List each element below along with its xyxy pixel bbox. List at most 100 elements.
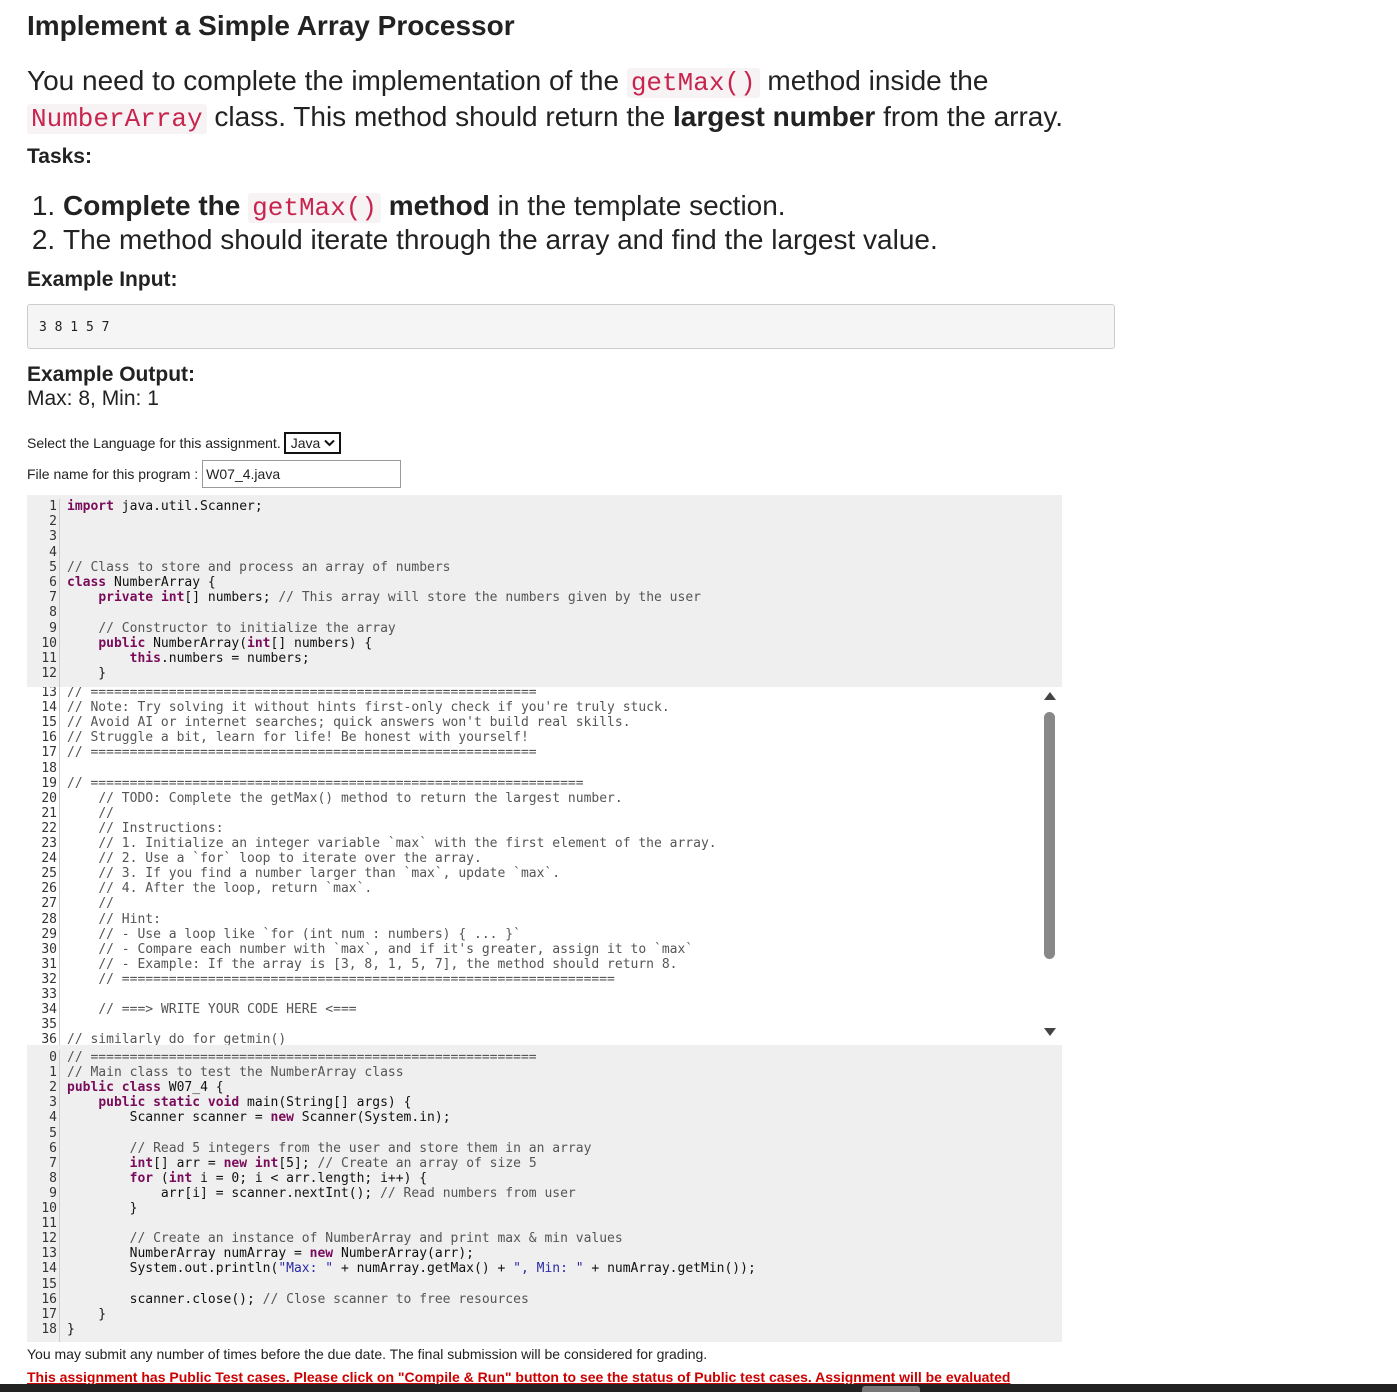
code-text[interactable]: // Avoid AI or internet searches; quick …: [67, 715, 631, 730]
code-line[interactable]: 11: [27, 1216, 1062, 1231]
code-line[interactable]: 15: [27, 1277, 1062, 1292]
code-text[interactable]: arr[i] = scanner.nextInt(); // Read numb…: [67, 1186, 576, 1201]
code-text[interactable]: // Read 5 integers from the user and sto…: [67, 1141, 592, 1156]
code-text[interactable]: // - Compare each number with `max`, and…: [67, 942, 693, 957]
code-text[interactable]: this.numbers = numbers;: [67, 651, 310, 666]
code-text[interactable]: public NumberArray(int[] numbers) {: [67, 636, 372, 651]
code-line[interactable]: 8: [27, 605, 1062, 620]
code-line[interactable]: 18: [27, 761, 1062, 776]
code-text[interactable]: public class W07_4 {: [67, 1080, 224, 1095]
code-line[interactable]: 24 // 2. Use a `for` loop to iterate ove…: [27, 851, 1062, 866]
code-text[interactable]: NumberArray numArray = new NumberArray(a…: [67, 1246, 474, 1261]
code-line[interactable]: 28 // Hint:: [27, 912, 1062, 927]
code-text[interactable]: }: [67, 666, 106, 681]
file-name-field[interactable]: W07_4.java: [202, 460, 402, 488]
code-line[interactable]: 14 // Note: Try solving it without hints …: [27, 700, 1062, 715]
code-text[interactable]: // Main class to test the NumberArray cl…: [67, 1065, 404, 1080]
code-line[interactable]: 10 public NumberArray(int[] numbers) {: [27, 636, 1062, 651]
code-text[interactable]: private int[] numbers; // This array wil…: [67, 590, 701, 605]
code-text[interactable]: scanner.close(); // Close scanner to fre…: [67, 1292, 529, 1307]
code-line[interactable]: 19 // ===================================…: [27, 776, 1062, 791]
code-line[interactable]: 4 Scanner scanner = new Scanner(System.i…: [27, 1110, 1062, 1125]
code-text[interactable]: // Struggle a bit, learn for life! Be ho…: [67, 730, 529, 745]
code-text[interactable]: // Hint:: [67, 912, 161, 927]
code-line[interactable]: 27 //: [27, 896, 1062, 911]
code-text[interactable]: public static void main(String[] args) {: [67, 1095, 411, 1110]
editor-scrollbar[interactable]: [1041, 692, 1059, 1040]
code-text[interactable]: }: [67, 1307, 106, 1322]
code-text[interactable]: // =====================================…: [67, 1050, 537, 1065]
code-line[interactable]: 3: [27, 529, 1062, 544]
code-line[interactable]: 17 }: [27, 1307, 1062, 1322]
code-line[interactable]: 7 private int[] numbers; // This array w…: [27, 590, 1062, 605]
code-segment-bottom[interactable]: 0 // ====================================…: [27, 1050, 1062, 1342]
code-line[interactable]: 17 // ===================================…: [27, 745, 1062, 760]
code-line[interactable]: 22 // Instructions:: [27, 821, 1062, 836]
code-line[interactable]: 14 System.out.println("Max: " + numArray…: [27, 1261, 1062, 1276]
code-line[interactable]: 36 // similarly do for getmin(): [27, 1032, 1062, 1045]
code-line[interactable]: 5: [27, 1126, 1062, 1141]
code-line[interactable]: 16 scanner.close(); // Close scanner to …: [27, 1292, 1062, 1307]
code-line[interactable]: 7 int[] arr = new int[5]; // Create an a…: [27, 1156, 1062, 1171]
code-text[interactable]: // 1. Initialize an integer variable `ma…: [67, 836, 716, 851]
code-line[interactable]: 30 // - Compare each number with `max`, …: [27, 942, 1062, 957]
code-editor[interactable]: 1 import java.util.Scanner; 2 3 4 5// Class t…: [27, 495, 1062, 1342]
code-line[interactable]: 11 this.numbers = numbers;: [27, 651, 1062, 666]
code-line[interactable]: 1 import java.util.Scanner;: [27, 499, 1062, 514]
code-line[interactable]: 6 // Read 5 integers from the user and s…: [27, 1141, 1062, 1156]
code-text[interactable]: }: [67, 1201, 138, 1216]
code-line[interactable]: 31 // - Example: If the array is [3, 8, …: [27, 957, 1062, 972]
code-line[interactable]: 10 }: [27, 1201, 1062, 1216]
code-text[interactable]: import java.util.Scanner;: [67, 499, 263, 514]
code-text[interactable]: // - Example: If the array is [3, 8, 1, …: [67, 957, 677, 972]
code-text[interactable]: // - Use a loop like `for (int num : num…: [67, 927, 521, 942]
code-text[interactable]: // ===> WRITE YOUR CODE HERE <===: [67, 1002, 356, 1017]
code-line[interactable]: 4: [27, 545, 1062, 560]
code-line[interactable]: 18}: [27, 1322, 1062, 1337]
code-line[interactable]: 34 // ===> WRITE YOUR CODE HERE <===: [27, 1002, 1062, 1017]
code-text[interactable]: // similarly do for getmin(): [67, 1032, 286, 1045]
code-line[interactable]: 33: [27, 987, 1062, 1002]
scroll-down-icon[interactable]: [1044, 1028, 1056, 1036]
code-text[interactable]: // 4. After the loop, return `max`.: [67, 881, 372, 896]
code-text[interactable]: // Constructor to initialize the array: [67, 621, 395, 636]
code-line[interactable]: 12 // Create an instance of NumberArray …: [27, 1231, 1062, 1246]
code-line[interactable]: 2: [27, 514, 1062, 529]
code-line[interactable]: 15 // Avoid AI or internet searches; quic…: [27, 715, 1062, 730]
code-line[interactable]: 35: [27, 1017, 1062, 1032]
code-text[interactable]: System.out.println("Max: " + numArray.ge…: [67, 1261, 756, 1276]
code-line[interactable]: 13 NumberArray numArray = new NumberArra…: [27, 1246, 1062, 1261]
code-line[interactable]: 2 public class W07_4 {: [27, 1080, 1062, 1095]
code-line[interactable]: 3 public static void main(String[] args)…: [27, 1095, 1062, 1110]
code-text[interactable]: // Instructions:: [67, 821, 223, 836]
code-line[interactable]: 0 // ====================================…: [27, 1050, 1062, 1065]
code-text[interactable]: // TODO: Complete the getMax() method to…: [67, 791, 622, 806]
code-line[interactable]: 8 for (int i = 0; i < arr.length; i++) {: [27, 1171, 1062, 1186]
code-line[interactable]: 5 // Class to store and process an array …: [27, 560, 1062, 575]
code-text[interactable]: // =====================================…: [67, 972, 615, 987]
code-line[interactable]: 6 class NumberArray {: [27, 575, 1062, 590]
code-text[interactable]: // 2. Use a `for` loop to iterate over t…: [67, 851, 482, 866]
code-line[interactable]: 9 // Constructor to initialize the array: [27, 621, 1062, 636]
code-segment-editable[interactable]: 13 // ===================================…: [27, 687, 1062, 1045]
code-text[interactable]: //: [67, 806, 114, 821]
code-text[interactable]: // =====================================…: [67, 745, 537, 760]
code-lines[interactable]: 13 // ===================================…: [27, 687, 1062, 1045]
code-line[interactable]: 29 // - Use a loop like `for (int num : …: [27, 927, 1062, 942]
code-line[interactable]: 32 // ==================================…: [27, 972, 1062, 987]
code-line[interactable]: 16 // Struggle a bit, learn for life! Be …: [27, 730, 1062, 745]
code-text[interactable]: // 3. If you find a number larger than `…: [67, 866, 560, 881]
code-text[interactable]: for (int i = 0; i < arr.length; i++) {: [67, 1171, 427, 1186]
code-segment-top[interactable]: 1 import java.util.Scanner; 2 3 4 5 // Class t…: [27, 499, 1062, 687]
code-text[interactable]: // Create an instance of NumberArray and…: [67, 1231, 623, 1246]
code-text[interactable]: int[] arr = new int[5]; // Create an arr…: [67, 1156, 537, 1171]
code-line[interactable]: 20 // TODO: Complete the getMax() method…: [27, 791, 1062, 806]
scroll-up-icon[interactable]: [1044, 692, 1056, 700]
code-line[interactable]: 26 // 4. After the loop, return `max`.: [27, 881, 1062, 896]
code-text[interactable]: Scanner scanner = new Scanner(System.in)…: [67, 1110, 451, 1125]
language-select[interactable]: Java: [283, 432, 342, 454]
code-text[interactable]: // =====================================…: [67, 687, 537, 700]
code-line[interactable]: 25 // 3. If you find a number larger tha…: [27, 866, 1062, 881]
code-text[interactable]: // =====================================…: [67, 776, 584, 791]
code-text[interactable]: //: [67, 896, 114, 911]
